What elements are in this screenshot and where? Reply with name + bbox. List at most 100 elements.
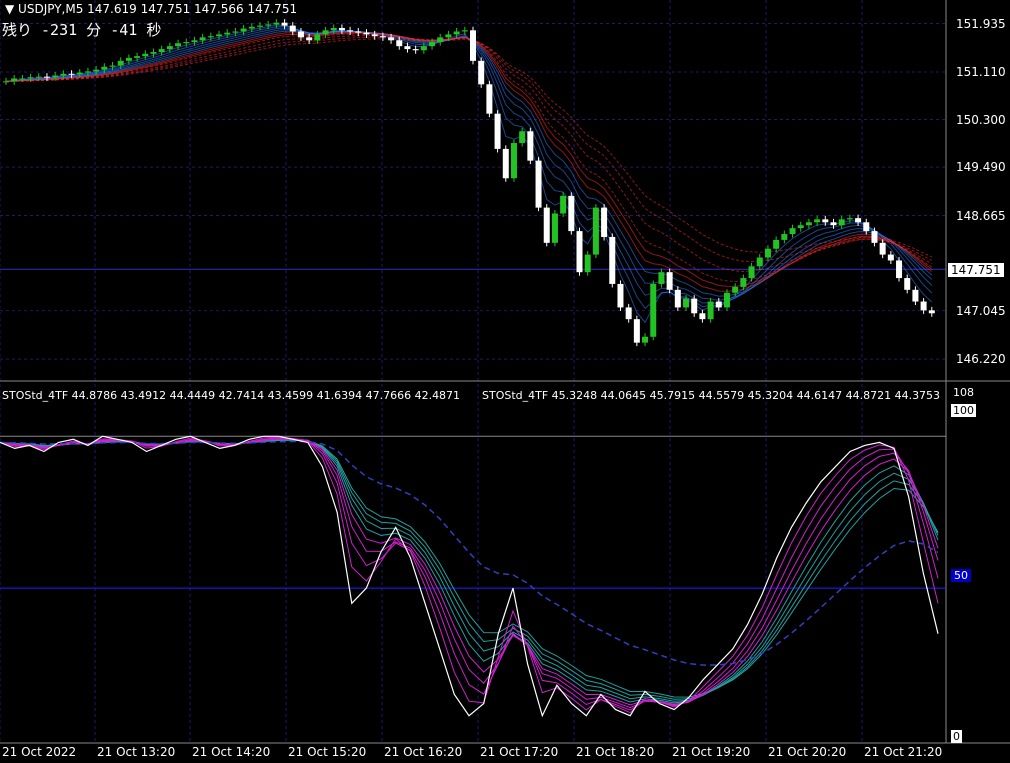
candle-body [470, 30, 476, 61]
candle-body [322, 30, 329, 35]
osc-ribbon-line [0, 438, 939, 706]
candle-body [101, 66, 108, 70]
candle-body [437, 37, 444, 43]
candle-body [232, 31, 239, 33]
candle-body [814, 219, 821, 223]
candle-body [166, 46, 173, 50]
band-line [5, 32, 933, 287]
candle-body [609, 236, 616, 284]
candle-body [773, 239, 780, 249]
chart-canvas [0, 0, 1010, 744]
candle-body [715, 301, 722, 308]
candle-body [150, 52, 157, 54]
candle-body [330, 27, 337, 31]
candle-body [84, 71, 91, 73]
candle-body [584, 254, 591, 273]
candle-body [756, 257, 763, 267]
price-tick-label: 147.045 [956, 304, 1006, 318]
candle-body [183, 42, 190, 44]
price-tick-label: 151.110 [956, 65, 1006, 79]
candle-body [412, 49, 419, 51]
candle-body [76, 72, 83, 75]
candle-body [723, 292, 730, 308]
time-tick-label: 21 Oct 17:20 [480, 745, 559, 759]
price-tick-label: 151.935 [956, 17, 1006, 31]
candle-body [764, 248, 771, 258]
candle-body [904, 278, 911, 290]
candle-body [740, 278, 747, 287]
time-tick-label: 21 Oct 19:20 [672, 745, 751, 759]
candle-body [633, 319, 640, 343]
current-price-label: 147.751 [948, 263, 1004, 277]
candle-body [396, 40, 403, 47]
candle-body [445, 34, 452, 38]
candle-body [527, 131, 534, 161]
osc-header-1: STOStd_4TF 44.8786 43.4912 44.4449 42.74… [2, 389, 461, 402]
candle-body [805, 222, 812, 226]
band-line [5, 24, 933, 324]
candle-body [617, 283, 624, 308]
dropdown-triangle-icon[interactable]: ▼ [5, 2, 18, 16]
candle-body [822, 219, 829, 223]
osc-ribbon-line [0, 439, 939, 698]
candle-body [707, 301, 714, 320]
countdown-timer: 残り -231 分 -41 秒 [2, 21, 162, 39]
candle-body [297, 31, 304, 38]
candle-body [60, 73, 67, 76]
candle-body [748, 266, 755, 279]
candle-body [314, 34, 321, 41]
candle-body [650, 283, 657, 337]
candle-body [658, 272, 665, 284]
candle-body [896, 260, 903, 279]
candle-body [27, 77, 34, 79]
candle-body [216, 34, 223, 37]
candle-body [568, 195, 575, 232]
price-bands [5, 24, 933, 324]
candle-body [371, 34, 378, 37]
candle-body [666, 272, 673, 290]
candle-body [429, 42, 436, 47]
osc-ribbon-line [0, 436, 939, 714]
time-tick-label: 21 Oct 20:20 [768, 745, 847, 759]
candle-body [191, 40, 198, 43]
candle-body [576, 231, 583, 273]
candle-body [363, 32, 370, 35]
price-tick-label: 149.490 [956, 160, 1006, 174]
candle-body [560, 195, 567, 214]
candle-body [510, 143, 517, 179]
candle-body [519, 131, 526, 144]
candle-body [453, 31, 460, 35]
candle-body [592, 207, 599, 255]
osc-ribbon-line [0, 437, 939, 709]
candle-body [420, 46, 427, 51]
candle-body [134, 56, 141, 58]
candle-body [625, 307, 632, 320]
candle-body [797, 225, 804, 229]
candle-body [404, 46, 411, 50]
price-tick-label: 148.665 [956, 209, 1006, 223]
candle-body [355, 31, 362, 33]
candle-body [35, 76, 42, 78]
candle-body [871, 231, 878, 243]
candle-body [52, 75, 59, 78]
candle-body [830, 222, 837, 226]
candle-body [347, 30, 354, 32]
candle-body [265, 24, 272, 26]
time-tick-label: 21 Oct 13:20 [97, 745, 176, 759]
candle-body [11, 78, 18, 82]
candle-body [273, 22, 280, 25]
osc-main-line [0, 435, 939, 718]
candle-body [789, 228, 796, 235]
candle-body [117, 60, 124, 66]
candle-body [224, 32, 231, 35]
candle-body [887, 254, 894, 261]
candle-body [601, 207, 608, 237]
candle-body [175, 43, 182, 47]
candle-body [838, 219, 845, 226]
candle-body [125, 57, 132, 61]
candle-body [502, 148, 509, 179]
candle-body [388, 37, 395, 41]
candle-body [281, 22, 288, 26]
candle-body [674, 289, 681, 308]
candle-body [158, 49, 165, 53]
